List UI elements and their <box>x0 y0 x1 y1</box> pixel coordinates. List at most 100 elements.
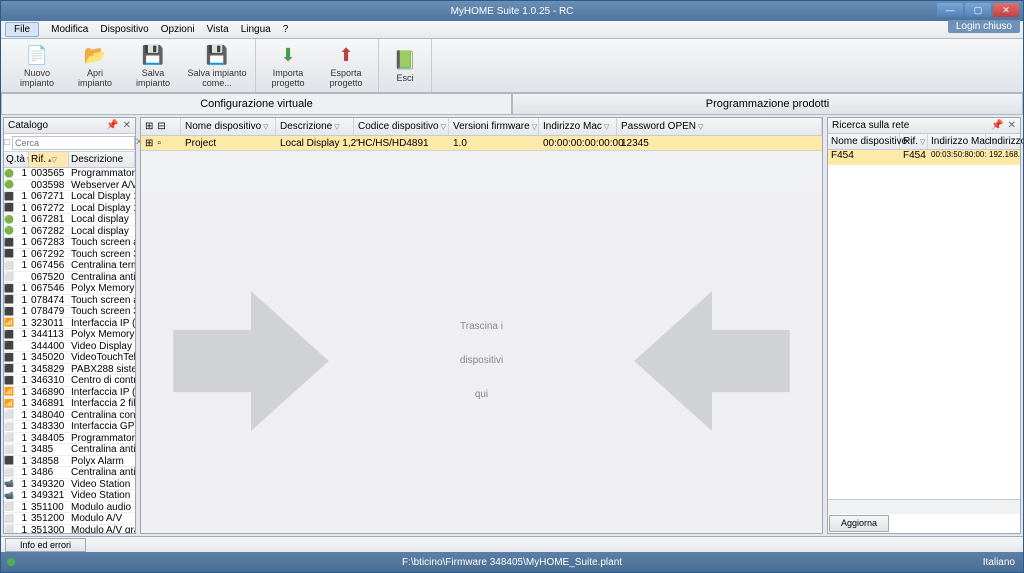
catalogo-search-input[interactable] <box>12 136 135 150</box>
menu-help[interactable]: ? <box>283 24 289 35</box>
drop-text: Trascina i dispositivi qui <box>460 310 503 412</box>
catalogo-row[interactable]: ⬜13485Centralina antifurt <box>4 444 135 456</box>
catalogo-row[interactable]: ⬛1067283Touch screen a col <box>4 237 135 249</box>
cell-rif: 067271 <box>29 191 69 202</box>
type-icon: 📶 <box>4 398 14 409</box>
catalogo-row[interactable]: 📹1349320Video Station <box>4 479 135 491</box>
catalogo-row[interactable]: 📶1346890Interfaccia IP (2WI <box>4 387 135 399</box>
header-desc[interactable]: Descrizione <box>69 152 135 167</box>
tree-expand-icon[interactable]: ⊞ <box>145 138 153 149</box>
ricerca-title: Ricerca sulla rete <box>832 120 909 131</box>
titlebar: MyHOME Suite 1.0.25 - RC — ▢ ✕ <box>1 1 1023 21</box>
menu-modifica[interactable]: Modifica <box>51 24 88 35</box>
apri-impianto-button[interactable]: 📂Apri impianto <box>69 43 121 88</box>
header-nome[interactable]: Nome dispositivo▽ <box>181 118 276 135</box>
catalogo-row[interactable]: 🟢003598Webserver A/V <box>4 180 135 192</box>
catalogo-row[interactable]: ⬜1351200Modulo A/V <box>4 513 135 525</box>
header-ver[interactable]: Versioni firmware▽ <box>449 118 539 135</box>
header-pwd[interactable]: Password OPEN▽ <box>617 118 822 135</box>
catalogo-row[interactable]: ⬛1067546Polyx Memory Disp <box>4 283 135 295</box>
ric-header-mac[interactable]: Indirizzo Mac▽ <box>928 134 986 149</box>
panel-close-icon[interactable]: ✕ <box>123 120 131 131</box>
catalogo-row[interactable]: ⬜067520Centralina antifurt <box>4 272 135 284</box>
ric-header-rif[interactable]: Rif.▽ <box>900 134 928 149</box>
header-desc[interactable]: Descrizione▽ <box>276 118 354 135</box>
search-clear-icon[interactable]: □ <box>4 137 10 148</box>
cell-qty: 1 <box>14 364 29 375</box>
catalogo-row[interactable]: 📶1323011Interfaccia IP (D45 <box>4 318 135 330</box>
cell-rif: 344400 <box>29 341 69 352</box>
maximize-button[interactable]: ▢ <box>965 3 991 17</box>
cell-rif: 067520 <box>29 272 69 283</box>
catalogo-row[interactable]: 🟢1003565Programmatore sce <box>4 168 135 180</box>
collapse-icon[interactable]: ⊟ <box>157 121 165 132</box>
network-device-row[interactable]: F454 F454 00:03:50:80:00:07 192.168.1.15… <box>828 150 1020 165</box>
catalogo-row[interactable]: ⬛1067271Local Display 1,2" <box>4 191 135 203</box>
catalogo-row[interactable]: 📶1346891Interfaccia 2 fili / 1 <box>4 398 135 410</box>
minimize-button[interactable]: — <box>937 3 963 17</box>
catalogo-row[interactable]: ⬜1348330Interfaccia GPRS <box>4 421 135 433</box>
catalogo-row[interactable]: ⬛344400Video Display <box>4 341 135 353</box>
menu-opzioni[interactable]: Opzioni <box>161 24 195 35</box>
catalogo-list[interactable]: 🟢1003565Programmatore sce🟢003598Webserve… <box>4 168 135 533</box>
device-row[interactable]: ⊞▫ Project Local Display 1,2" HC/HS/HD48… <box>141 136 822 151</box>
pin-icon[interactable]: 📌 <box>991 120 1003 131</box>
login-status[interactable]: Login chiuso <box>948 20 1020 33</box>
catalogo-row[interactable]: ⬜1348405Programmatore po <box>4 433 135 445</box>
menu-lingua[interactable]: Lingua <box>241 24 271 35</box>
catalogo-row[interactable]: ⬜1067456Centralina termore <box>4 260 135 272</box>
catalogo-row[interactable]: ⬛134858Polyx Alarm <box>4 456 135 468</box>
ric-cell-nome: F454 <box>828 150 900 165</box>
catalogo-row[interactable]: ⬛1346310Centro di controllo <box>4 375 135 387</box>
catalogo-row[interactable]: ⬜1348040Centralina controllo <box>4 410 135 422</box>
pin-icon[interactable]: 📌 <box>106 120 118 131</box>
panel-close-icon[interactable]: ✕ <box>1008 120 1016 131</box>
header-qty[interactable]: Q.tà▽ <box>4 152 29 167</box>
esci-button[interactable]: 📗Esci <box>385 48 425 83</box>
catalogo-row[interactable]: ⬜1351100Modulo audio <box>4 502 135 514</box>
salva-impianto-button[interactable]: 💾Salva impianto <box>127 43 179 88</box>
importa-progetto-button[interactable]: ⬇Importa progetto <box>262 43 314 88</box>
aggiorna-button[interactable]: Aggiorna <box>829 515 889 532</box>
catalogo-row[interactable]: ⬛1067292Touch screen 3,5" <box>4 249 135 261</box>
ric-cell-rif: F454 <box>900 150 928 165</box>
catalogo-row[interactable]: ⬜13486Centralina antifurt <box>4 467 135 479</box>
cell-desc: Local display <box>69 226 135 237</box>
menu-dispositivo[interactable]: Dispositivo <box>100 24 148 35</box>
cell-desc: Interfaccia 2 fili / 1 <box>69 398 135 409</box>
esporta-progetto-button[interactable]: ⬆Esporta progetto <box>320 43 372 88</box>
catalogo-row[interactable]: ⬛1345829PABX288 sistema a <box>4 364 135 376</box>
cell-rif: 067283 <box>29 237 69 248</box>
cell-ver: 1.0 <box>449 138 539 149</box>
catalogo-row[interactable]: ⬛1078474Touch screen a col <box>4 295 135 307</box>
tab-config-virtuale[interactable]: Configurazione virtuale <box>1 93 512 114</box>
nuovo-impianto-button[interactable]: 📄Nuovo impianto <box>11 43 63 88</box>
drop-area[interactable]: Trascina i dispositivi qui <box>141 191 822 531</box>
close-button[interactable]: ✕ <box>993 3 1019 17</box>
catalogo-row[interactable]: ⬛1067272Local Display 1,2" <box>4 203 135 215</box>
header-codice[interactable]: Codice dispositivo▽ <box>354 118 449 135</box>
catalogo-row[interactable]: 🟢1067282Local display <box>4 226 135 238</box>
catalogo-row[interactable]: 📹1349321Video Station <box>4 490 135 502</box>
expand-icon[interactable]: ⊞ <box>145 121 153 132</box>
catalogo-row[interactable]: ⬛1344113Polyx Memory Disp <box>4 329 135 341</box>
cell-desc: Centralina controllo <box>69 410 135 421</box>
horizontal-scrollbar[interactable] <box>828 500 1020 514</box>
ric-header-nome[interactable]: Nome dispositivo▽ <box>828 134 900 149</box>
header-rif[interactable]: Rif.▴▽ <box>29 152 69 167</box>
ric-header-ip[interactable]: Indirizzo IP▽ <box>986 134 1023 149</box>
salva-come-button[interactable]: 💾Salva impianto come... <box>185 43 249 88</box>
type-icon: ⬜ <box>4 272 14 283</box>
cell-rif: 003598 <box>29 180 69 191</box>
status-language[interactable]: Italiano <box>983 557 1015 568</box>
catalogo-row[interactable]: ⬜1351300Modulo A/V grand <box>4 525 135 534</box>
info-errori-button[interactable]: Info ed errori <box>5 538 86 552</box>
header-mac[interactable]: Indirizzo Mac▽ <box>539 118 617 135</box>
menu-vista[interactable]: Vista <box>207 24 229 35</box>
catalogo-row[interactable]: ⬛1345020VideoTouchTeleph <box>4 352 135 364</box>
catalogo-row[interactable]: ⬛1078479Touch screen 3,5" <box>4 306 135 318</box>
catalogo-row[interactable]: 🟢1067281Local display <box>4 214 135 226</box>
type-icon: ⬛ <box>4 203 14 214</box>
menu-file[interactable]: File <box>5 22 39 37</box>
tab-programmazione[interactable]: Programmazione prodotti <box>512 93 1023 114</box>
